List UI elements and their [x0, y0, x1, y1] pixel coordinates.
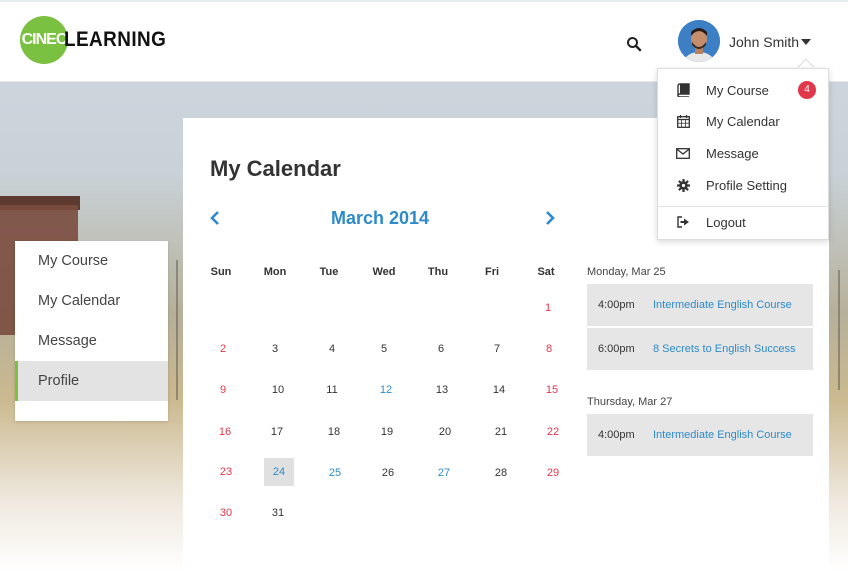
sidebar-item-my-course[interactable]: My Course [15, 241, 168, 281]
user-dropdown-menu: My Course 4 My Calendar Message Profile … [657, 68, 829, 240]
chevron-down-icon[interactable] [801, 39, 811, 45]
calendar-day[interactable]: 28 [486, 459, 516, 487]
chevron-left-icon[interactable] [208, 210, 222, 226]
weekday-header: Thu [427, 266, 449, 278]
calendar-day[interactable]: 15 [537, 376, 567, 404]
avatar[interactable] [678, 20, 720, 62]
calendar-day[interactable]: 20 [430, 418, 460, 446]
calendar-icon [676, 114, 690, 128]
background-tree [838, 270, 840, 390]
calendar-day[interactable]: 7 [482, 335, 512, 363]
calendar-day[interactable]: 12 [371, 376, 401, 404]
event-item[interactable]: 4:00pm Intermediate English Course [587, 284, 813, 326]
event-title-link[interactable]: Intermediate English Course [653, 429, 792, 441]
calendar-day[interactable]: 18 [319, 418, 349, 446]
weekday-header: Tue [319, 266, 339, 278]
dropdown-item-label: My Calendar [706, 113, 780, 129]
logout-icon [676, 215, 690, 229]
avatar-image [678, 20, 720, 62]
envelope-icon [676, 146, 690, 160]
weekday-header: Fri [484, 266, 500, 278]
chevron-right-icon[interactable] [543, 210, 557, 226]
calendar-day[interactable]: 9 [208, 376, 238, 404]
month-title: March 2014 [331, 208, 430, 228]
event-item[interactable]: 4:00pm Intermediate English Course [587, 414, 813, 456]
dropdown-item-message[interactable]: Message [658, 138, 828, 168]
notification-badge: 4 [798, 81, 816, 99]
calendar-day[interactable]: 30 [211, 499, 241, 527]
weekday-header: Wed [372, 266, 396, 278]
calendar-day[interactable]: 22 [538, 418, 568, 446]
dropdown-item-profile-setting[interactable]: Profile Setting [658, 170, 828, 200]
event-date: Thursday, Mar 27 [587, 396, 673, 408]
calendar-day[interactable]: 21 [486, 418, 516, 446]
calendar-day[interactable]: 27 [429, 459, 459, 487]
event-item[interactable]: 6:00pm 8 Secrets to English Success [587, 328, 813, 370]
gear-icon [676, 178, 690, 192]
event-time: 4:00pm [598, 299, 635, 311]
book-icon [676, 83, 690, 97]
calendar-day[interactable]: 5 [369, 335, 399, 363]
sidebar-item-message[interactable]: Message [15, 321, 168, 361]
weekday-header: Sat [537, 266, 555, 278]
calendar-day[interactable]: 29 [538, 459, 568, 487]
calendar-day[interactable]: 25 [320, 459, 350, 487]
calendar-day[interactable]: 17 [262, 418, 292, 446]
dropdown-item-label: Message [706, 145, 759, 161]
sidebar-menu: My Course My Calendar Message Profile [15, 241, 168, 421]
logo-wordmark: LEARNING [64, 28, 167, 51]
weekday-header: Mon [263, 266, 287, 278]
dropdown-item-my-calendar[interactable]: My Calendar [658, 106, 828, 136]
event-time: 4:00pm [598, 429, 635, 441]
calendar-day[interactable]: 13 [427, 376, 457, 404]
calendar-day[interactable]: 2 [208, 335, 238, 363]
calendar-day[interactable]: 19 [372, 418, 402, 446]
calendar-day[interactable]: 8 [534, 335, 564, 363]
calendar-day[interactable]: 1 [533, 294, 563, 322]
sidebar-item-my-calendar[interactable]: My Calendar [15, 281, 168, 321]
calendar-day[interactable]: 3 [260, 335, 290, 363]
logo[interactable]: CINEC LEARNING [20, 16, 178, 64]
calendar-day[interactable]: 11 [317, 376, 347, 404]
calendar-day-today[interactable]: 24 [264, 458, 294, 486]
page-title: My Calendar [210, 156, 341, 181]
dropdown-item-label: Profile Setting [706, 177, 787, 193]
calendar-day[interactable]: 26 [373, 459, 403, 487]
user-name[interactable]: John Smith [729, 34, 799, 50]
dropdown-item-logout[interactable]: Logout [658, 207, 828, 237]
dropdown-item-my-course[interactable]: My Course 4 [658, 75, 828, 105]
dropdown-item-label: My Course [706, 82, 769, 98]
calendar-day[interactable]: 14 [484, 376, 514, 404]
sidebar-item-profile[interactable]: Profile [15, 361, 168, 401]
calendar-day[interactable]: 4 [317, 335, 347, 363]
event-title-link[interactable]: 8 Secrets to English Success [653, 343, 795, 355]
calendar-day[interactable]: 23 [211, 458, 241, 486]
event-date: Monday, Mar 25 [587, 266, 666, 278]
dropdown-item-label: Logout [706, 214, 746, 230]
event-title-link[interactable]: Intermediate English Course [653, 299, 792, 311]
calendar-day[interactable]: 31 [263, 499, 293, 527]
background-tree [176, 260, 178, 400]
search-icon[interactable] [626, 36, 642, 52]
calendar-day[interactable]: 16 [210, 418, 240, 446]
logo-mark: CINEC [20, 16, 68, 64]
calendar-day[interactable]: 6 [426, 335, 456, 363]
calendar-day[interactable]: 10 [263, 376, 293, 404]
weekday-header: Sun [210, 266, 232, 278]
event-time: 6:00pm [598, 343, 635, 355]
